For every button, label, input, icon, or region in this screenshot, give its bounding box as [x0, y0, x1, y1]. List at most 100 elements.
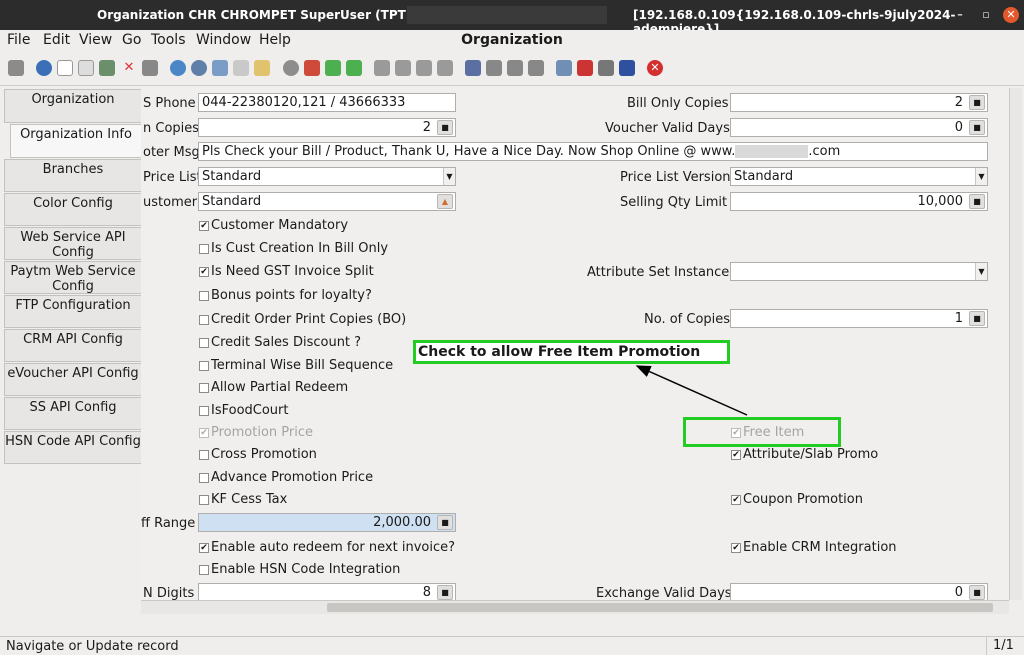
vertical-scrollbar[interactable] [1009, 88, 1022, 600]
zoom-across-icon[interactable] [556, 60, 572, 76]
gst-split-checkbox[interactable]: ✔ [199, 267, 209, 277]
save-icon[interactable] [99, 60, 115, 76]
grid-toggle-icon[interactable] [254, 60, 270, 76]
archive-icon[interactable] [486, 60, 502, 76]
help-icon[interactable] [36, 60, 52, 76]
new-record-icon[interactable] [57, 60, 73, 76]
copies-field[interactable]: 2 ■ [198, 118, 456, 137]
footer-msg-field[interactable]: Pls Check your Bill / Product, Thank U, … [198, 142, 988, 161]
menu-view[interactable]: View [79, 32, 112, 48]
last-record-icon[interactable] [437, 60, 453, 76]
history-icon[interactable] [212, 60, 228, 76]
price-list-select[interactable]: Standard ▼ [198, 167, 456, 186]
menu-bar: File Edit View Go Tools Window Help [0, 30, 1024, 52]
first-record-icon[interactable] [374, 60, 390, 76]
scroll-thumb[interactable] [327, 603, 993, 612]
cust-creation-checkbox[interactable] [199, 244, 209, 254]
workflow-icon[interactable] [577, 60, 593, 76]
chevron-down-icon[interactable]: ▼ [975, 263, 987, 280]
tab-evoucher-api-config[interactable]: eVoucher API Config [4, 363, 141, 396]
print-icon[interactable] [142, 60, 158, 76]
foodcourt-label: IsFoodCourt [211, 403, 289, 418]
status-bar: Navigate or Update record 1/1 [0, 636, 1024, 655]
copy-record-icon[interactable] [78, 60, 94, 76]
exit-icon[interactable]: ✕ [647, 60, 663, 76]
pos-phone-field[interactable]: 044-22380120,121 / 43666333 [198, 93, 456, 112]
tab-organization-info[interactable]: Organization Info [10, 124, 141, 158]
maximize-button[interactable]: ▫ [978, 7, 994, 23]
menu-window[interactable]: Window [196, 32, 251, 48]
minimize-button[interactable]: – [952, 7, 968, 23]
chevron-down-icon[interactable]: ▼ [975, 168, 987, 185]
calculator-icon[interactable]: ■ [969, 95, 985, 110]
tab-organization[interactable]: Organization [4, 89, 141, 123]
auto-redeem-checkbox[interactable]: ✔ [199, 543, 209, 553]
tab-crm-api-config[interactable]: CRM API Config [4, 329, 141, 362]
calculator-icon[interactable]: ■ [969, 120, 985, 135]
menu-file[interactable]: File [7, 32, 30, 48]
crm-integration-checkbox[interactable]: ✔ [731, 543, 741, 553]
tab-ftp-configuration[interactable]: FTP Configuration [4, 295, 141, 328]
horizontal-scrollbar[interactable] [141, 600, 1009, 614]
menu-edit[interactable]: Edit [43, 32, 70, 48]
menu-tools[interactable]: Tools [151, 32, 186, 48]
forward-arrow-icon[interactable] [346, 60, 362, 76]
calculator-icon[interactable]: ■ [969, 311, 985, 326]
credit-print-label: Credit Order Print Copies (BO) [211, 312, 407, 327]
customer-field[interactable]: Standard ▲ [198, 192, 456, 211]
search-icon[interactable]: ▲ [437, 194, 453, 209]
credit-print-checkbox[interactable] [199, 315, 209, 325]
refresh-icon[interactable] [170, 60, 186, 76]
next-record-icon[interactable] [416, 60, 432, 76]
calculator-icon[interactable]: ■ [437, 120, 453, 135]
tab-color-config[interactable]: Color Config [4, 193, 141, 226]
calculator-icon[interactable]: ■ [969, 585, 985, 600]
tab-hsn-code-api-config[interactable]: HSN Code API Config [4, 431, 141, 464]
credit-discount-label: Credit Sales Discount ? [211, 335, 362, 350]
back-arrow-icon[interactable] [325, 60, 341, 76]
tab-paytm-web-service-config[interactable]: Paytm Web Service Config [4, 261, 141, 294]
tab-branches[interactable]: Branches [4, 159, 141, 192]
foodcourt-checkbox[interactable] [199, 406, 209, 416]
credit-discount-checkbox[interactable] [199, 338, 209, 348]
tab-ss-api-config[interactable]: SS API Config [4, 397, 141, 430]
price-list-version-select[interactable]: Standard ▼ [730, 167, 988, 186]
product-info-icon[interactable] [619, 60, 635, 76]
kf-cess-checkbox[interactable] [199, 495, 209, 505]
attribute-slab-promo-checkbox[interactable]: ✔ [731, 450, 741, 460]
coupon-promotion-checkbox[interactable]: ✔ [731, 495, 741, 505]
promotion-price-checkbox: ✔ [199, 428, 209, 438]
close-window-button[interactable]: ✕ [1003, 7, 1019, 23]
delete-icon[interactable]: ✕ [121, 60, 137, 76]
find-icon[interactable] [191, 60, 207, 76]
print-direct-icon[interactable] [528, 60, 544, 76]
calculator-icon[interactable]: ■ [969, 194, 985, 209]
no-of-copies-field[interactable]: 1 ■ [730, 309, 988, 328]
calculator-icon[interactable]: ■ [437, 515, 453, 530]
parent-record-icon[interactable] [283, 60, 299, 76]
previous-record-icon[interactable] [395, 60, 411, 76]
home-icon[interactable] [304, 60, 320, 76]
attachment-icon[interactable] [233, 60, 249, 76]
tab-web-service-api-config[interactable]: Web Service API Config [4, 227, 141, 260]
menu-help[interactable]: Help [259, 32, 291, 48]
chevron-down-icon[interactable]: ▼ [443, 168, 455, 185]
customer-mandatory-checkbox[interactable]: ✔ [199, 221, 209, 231]
selling-qty-limit-field[interactable]: 10,000 ■ [730, 192, 988, 211]
bill-only-copies-field[interactable]: 2 ■ [730, 93, 988, 112]
range-field[interactable]: 2,000.00 ■ [198, 513, 456, 532]
undo-icon[interactable] [8, 60, 24, 76]
calculator-icon[interactable]: ■ [437, 585, 453, 600]
chat-icon[interactable] [598, 60, 614, 76]
terminal-seq-checkbox[interactable] [199, 361, 209, 371]
cross-promotion-checkbox[interactable] [199, 450, 209, 460]
report-icon[interactable] [465, 60, 481, 76]
advance-promotion-checkbox[interactable] [199, 473, 209, 483]
partial-redeem-checkbox[interactable] [199, 383, 209, 393]
print-preview-icon[interactable] [507, 60, 523, 76]
voucher-valid-days-field[interactable]: 0 ■ [730, 118, 988, 137]
menu-go[interactable]: Go [122, 32, 141, 48]
bonus-points-checkbox[interactable] [199, 291, 209, 301]
hsn-integration-checkbox[interactable] [199, 565, 209, 575]
attribute-set-instance-select[interactable]: ▼ [730, 262, 988, 281]
